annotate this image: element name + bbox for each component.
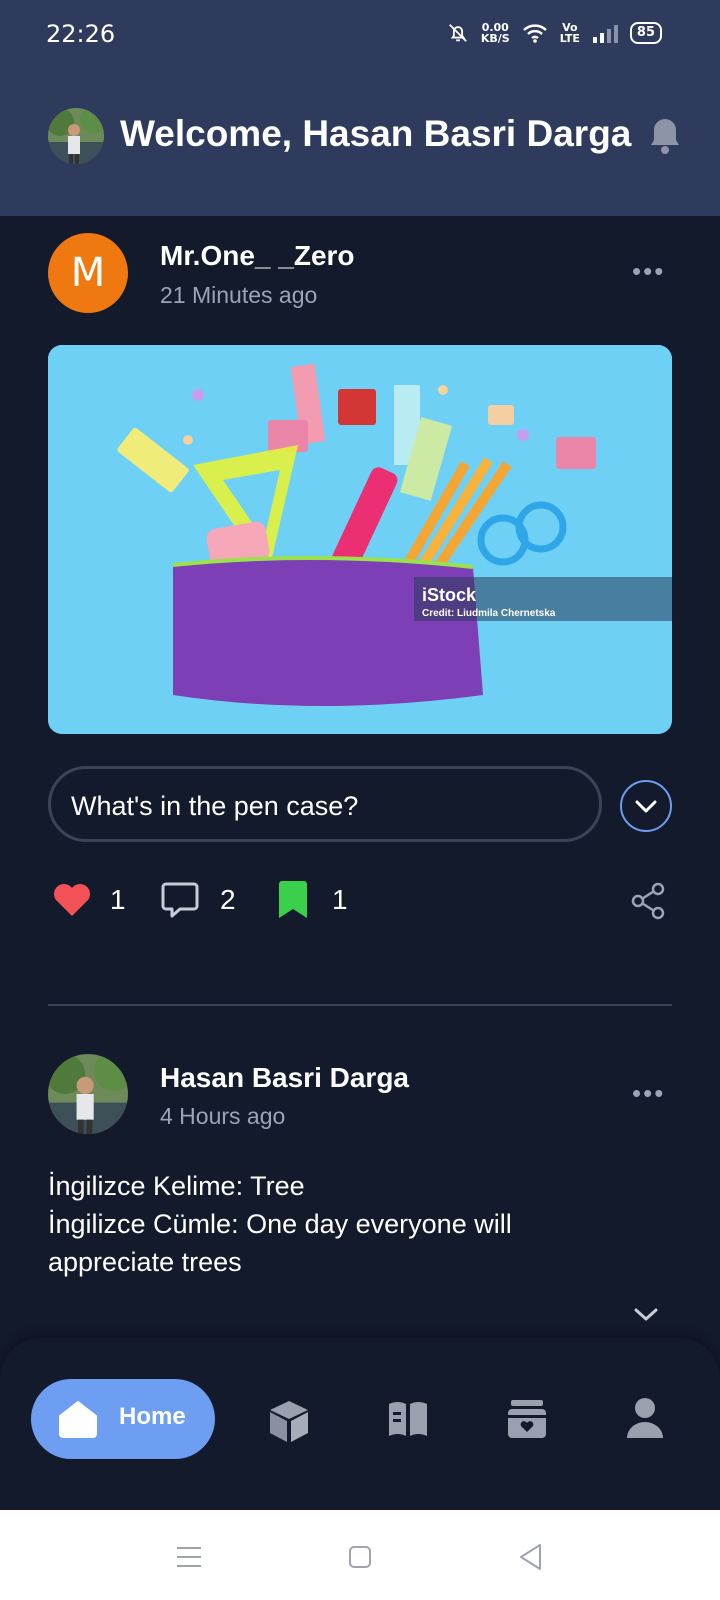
- nav-home-button[interactable]: Home: [31, 1379, 215, 1459]
- status-icons: 0.00 KB/S Vo LTE 85: [447, 22, 662, 44]
- avatar-photo: [48, 1054, 128, 1134]
- wifi-icon: [522, 24, 547, 43]
- author-avatar[interactable]: M: [48, 233, 128, 313]
- post-question-field[interactable]: What's in the pen case?: [48, 766, 602, 842]
- mute-bell-icon: [448, 24, 467, 42]
- post-question-text: What's in the pen case?: [71, 791, 359, 821]
- save-count: 1: [332, 884, 348, 915]
- comment-icon[interactable]: [160, 880, 200, 920]
- user-avatar[interactable]: [48, 108, 104, 164]
- cube-icon[interactable]: [266, 1398, 312, 1444]
- volte-indicator: Vo LTE: [559, 21, 580, 45]
- post-author[interactable]: Mr.One_ _Zero: [160, 240, 355, 272]
- share-icon[interactable]: [630, 882, 666, 920]
- notification-bell-icon[interactable]: [648, 115, 682, 155]
- back-icon[interactable]: [518, 1543, 544, 1571]
- comment-count: 2: [220, 884, 236, 915]
- post-text-line: İngilizce Cümle: One day everyone will: [48, 1209, 512, 1239]
- home-icon: [59, 1401, 97, 1438]
- nav-home-label: Home: [119, 1403, 186, 1430]
- pencil-case-illustration: iStock Credit: Liudmila Chernetska: [48, 345, 672, 734]
- post-body: İngilizce Kelime: Tree İngilizce Cümle: …: [48, 1167, 672, 1281]
- post-image[interactable]: iStock Credit: Liudmila Chernetska: [48, 345, 672, 734]
- archive-heart-icon[interactable]: [505, 1398, 549, 1440]
- like-heart-icon[interactable]: [52, 882, 92, 918]
- book-icon[interactable]: [386, 1398, 430, 1438]
- home-square-icon[interactable]: [348, 1545, 372, 1569]
- battery-indicator: 85: [629, 22, 662, 44]
- menu-icon[interactable]: [176, 1545, 202, 1569]
- status-time: 22:26: [46, 20, 116, 48]
- post-divider: [48, 1004, 672, 1006]
- expand-answer-button[interactable]: [620, 780, 672, 832]
- bookmark-icon[interactable]: [276, 880, 310, 920]
- istock-watermark: iStock: [422, 585, 477, 605]
- post-text-line: İngilizce Kelime: Tree: [48, 1171, 305, 1201]
- post-time: 21 Minutes ago: [160, 282, 318, 308]
- post-more-button[interactable]: •••: [632, 256, 665, 287]
- welcome-title: Welcome, Hasan Basri Darga: [120, 113, 632, 154]
- signal-icon: [592, 25, 618, 43]
- post-text-line: appreciate trees: [48, 1247, 242, 1277]
- post-more-button[interactable]: •••: [632, 1078, 665, 1109]
- image-credit: Credit: Liudmila Chernetska: [422, 608, 556, 619]
- chevron-down-icon[interactable]: [632, 1304, 660, 1324]
- net-speed: 0.00 KB/S: [480, 21, 510, 45]
- like-count: 1: [110, 884, 126, 915]
- author-avatar[interactable]: [48, 1054, 128, 1134]
- chevron-down-icon: [635, 800, 657, 813]
- post-author[interactable]: Hasan Basri Darga: [160, 1062, 409, 1094]
- post-time: 4 Hours ago: [160, 1103, 286, 1129]
- avatar-photo: [48, 108, 104, 164]
- profile-icon[interactable]: [624, 1396, 666, 1440]
